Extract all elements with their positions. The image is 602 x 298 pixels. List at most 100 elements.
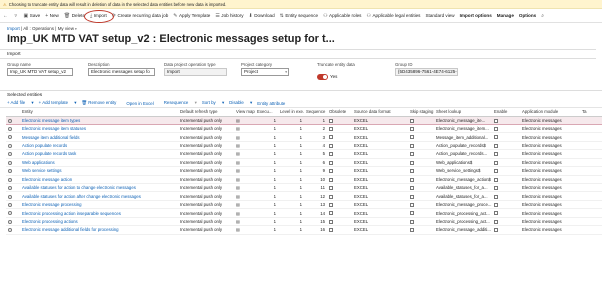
group-name-input[interactable]: Imp_UK MTD VAT setup_v2 (7, 68, 73, 76)
row-select[interactable] (6, 208, 20, 218)
view-map-cell[interactable]: ▤ (234, 149, 255, 159)
entity-cell[interactable]: Electronic message additional fields for… (20, 225, 178, 235)
description-input[interactable]: Electronic messages setup fo (88, 68, 155, 76)
entity-cell[interactable]: Electronic processing actions (20, 217, 178, 227)
table-row[interactable]: Electronic message item statuses Incremen… (6, 124, 602, 134)
row-select[interactable] (6, 124, 20, 134)
add-template-button[interactable]: + Add template ▾ (39, 100, 77, 106)
view-map-cell[interactable]: ▤ (234, 166, 255, 176)
obsolete-cell[interactable] (327, 166, 352, 176)
skip-staging-cell[interactable] (408, 132, 434, 142)
obsolete-checkbox[interactable] (329, 177, 333, 182)
entity-cell[interactable]: Message item additional fields (20, 132, 178, 142)
skip-staging-cell[interactable] (408, 217, 434, 227)
obsolete-cell[interactable] (327, 191, 352, 201)
column-header[interactable]: Default refresh type (178, 108, 234, 117)
back-button[interactable]: ← (3, 13, 10, 19)
row-radio[interactable] (8, 186, 12, 191)
enable-cell[interactable] (492, 200, 520, 210)
row-radio[interactable] (8, 177, 12, 182)
obsolete-checkbox[interactable] (329, 228, 333, 233)
breadcrumb-all[interactable]: All : Operations (23, 26, 54, 31)
row-radio[interactable] (8, 169, 12, 174)
enable-cell[interactable] (492, 158, 520, 168)
table-row[interactable]: Electronic message item types Incremental… (6, 115, 602, 125)
entity-cell[interactable]: Electronic processing action inseparable… (20, 208, 178, 218)
obsolete-checkbox[interactable] (329, 135, 333, 140)
entity-cell[interactable]: Action populate records task (20, 149, 178, 159)
row-radio[interactable] (8, 228, 12, 233)
column-header[interactable]: Obsolete (327, 108, 352, 117)
view-map-cell[interactable]: ▤ (234, 158, 255, 168)
table-row[interactable]: Electronic processing action inseparable… (6, 208, 602, 218)
entity-cell[interactable]: Electronic message processing (20, 200, 178, 210)
map-icon[interactable]: ▤ (236, 219, 240, 224)
column-header[interactable]: Ta (580, 108, 602, 117)
add-file-button[interactable]: + Add file ▾ (7, 100, 34, 106)
column-header[interactable]: View map (234, 108, 255, 117)
obsolete-checkbox[interactable] (329, 219, 333, 224)
obsolete-checkbox[interactable] (329, 186, 333, 191)
truncate-toggle[interactable] (317, 73, 328, 80)
map-icon[interactable]: ▤ (236, 135, 240, 140)
enable-checkbox[interactable] (494, 219, 498, 224)
view-map-cell[interactable]: ▤ (234, 115, 255, 125)
skip-staging-checkbox[interactable] (410, 228, 414, 233)
enable-checkbox[interactable] (494, 152, 498, 157)
row-select[interactable] (6, 175, 20, 185)
enable-cell[interactable] (492, 191, 520, 201)
import-section-header[interactable]: Import (0, 49, 596, 59)
table-row[interactable]: Available statuses for action after chan… (6, 191, 602, 201)
open-excel-button[interactable]: Open in Excel (126, 101, 158, 106)
enable-checkbox[interactable] (494, 177, 498, 182)
obsolete-checkbox[interactable] (329, 118, 333, 123)
sort-by-button[interactable]: Sort by ▾ (202, 100, 224, 106)
enable-cell[interactable] (492, 132, 520, 142)
row-select[interactable] (6, 183, 20, 193)
map-icon[interactable]: ▤ (236, 211, 240, 216)
breadcrumb-my-view[interactable]: My view (58, 26, 74, 31)
applicable-legal-entities-button[interactable]: ⚇ Applicable legal entities (366, 13, 420, 19)
standard-view-button[interactable]: Standard view (425, 13, 454, 18)
row-radio[interactable] (8, 219, 12, 224)
column-header[interactable] (6, 108, 20, 117)
obsolete-checkbox[interactable] (329, 143, 333, 148)
obsolete-cell[interactable] (327, 158, 352, 168)
row-select[interactable] (6, 132, 20, 142)
row-radio[interactable] (8, 160, 12, 165)
row-select[interactable] (6, 141, 20, 151)
manage-tab[interactable]: Manage (497, 13, 514, 18)
table-row[interactable]: Message item additional fields Incrementa… (6, 132, 602, 142)
enable-cell[interactable] (492, 124, 520, 134)
obsolete-checkbox[interactable] (329, 152, 333, 157)
view-map-cell[interactable]: ▤ (234, 200, 255, 210)
enable-checkbox[interactable] (494, 211, 498, 216)
map-icon[interactable]: ▤ (236, 227, 240, 232)
enable-checkbox[interactable] (494, 160, 498, 165)
skip-staging-checkbox[interactable] (410, 135, 414, 140)
map-icon[interactable]: ▤ (236, 143, 240, 148)
search-button[interactable]: ⌕ (541, 13, 545, 19)
obsolete-cell[interactable] (327, 141, 352, 151)
entity-cell[interactable]: Web applications (20, 158, 178, 168)
skip-staging-cell[interactable] (408, 149, 434, 159)
column-header[interactable]: Level in exe... (278, 108, 304, 117)
enable-checkbox[interactable] (494, 143, 498, 148)
obsolete-cell[interactable] (327, 217, 352, 227)
enable-checkbox[interactable] (494, 118, 498, 123)
skip-staging-checkbox[interactable] (410, 169, 414, 174)
project-category-select[interactable]: Project ▾ (241, 68, 289, 76)
row-radio[interactable] (8, 143, 12, 148)
map-icon[interactable]: ▤ (236, 168, 240, 173)
enable-cell[interactable] (492, 217, 520, 227)
skip-staging-checkbox[interactable] (410, 143, 414, 148)
enable-cell[interactable] (492, 166, 520, 176)
view-map-cell[interactable]: ▤ (234, 225, 255, 235)
map-icon[interactable]: ▤ (236, 177, 240, 182)
enable-checkbox[interactable] (494, 127, 498, 132)
save-button[interactable]: ▣ Save (24, 13, 41, 19)
table-row[interactable]: Web applications Incremental push only ▤ 1 1… (6, 158, 602, 168)
column-header[interactable]: Application module (520, 108, 580, 117)
skip-staging-cell[interactable] (408, 200, 434, 210)
row-radio[interactable] (8, 152, 12, 157)
